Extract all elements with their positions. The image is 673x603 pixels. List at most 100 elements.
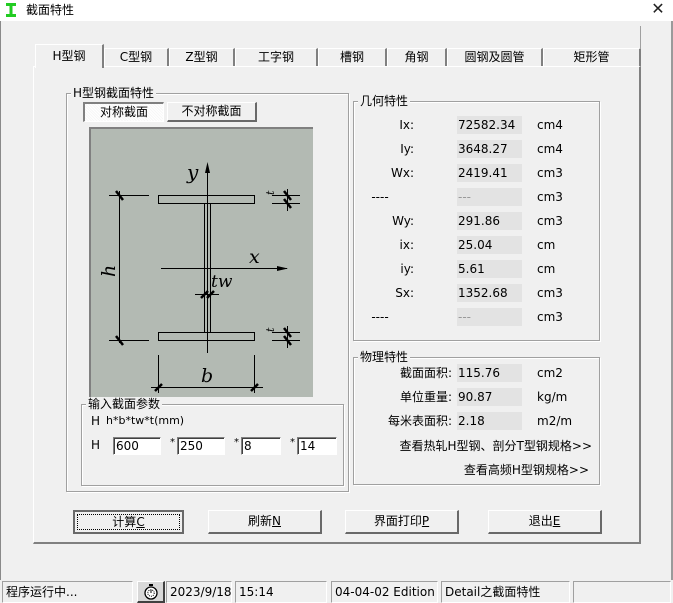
tab-i-beam[interactable]: 工字钢: [235, 48, 318, 66]
geometry-value: 2419.41: [457, 164, 522, 182]
tab-h-beam[interactable]: H型钢: [35, 44, 104, 68]
top-flange: [158, 195, 255, 204]
physical-group-title: 物理特性: [358, 350, 411, 364]
tab-channel[interactable]: 槽钢: [318, 48, 387, 66]
close-icon: ✕: [651, 0, 665, 18]
tab-label: 角钢: [404, 50, 429, 64]
geometry-label: Ix:: [399, 118, 414, 132]
b-label: b: [201, 365, 213, 387]
hot-rolled-spec-link[interactable]: 查看热轧H型钢、剖分T型钢规格>>: [380, 438, 592, 454]
geometry-unit: cm: [537, 238, 556, 252]
h-input[interactable]: [113, 437, 161, 455]
window-title: 截面特性: [26, 3, 75, 17]
tab-label: 圆钢及圆管: [464, 50, 525, 64]
button-label: 退出: [528, 514, 553, 528]
geometry-value: 25.04: [457, 236, 522, 254]
x-axis-label: x: [249, 246, 260, 268]
hotkey: E: [552, 514, 561, 528]
geometry-label: Sx:: [395, 286, 414, 300]
h-beam-drawing: y x tw b h t t: [98, 160, 300, 393]
separator: *: [290, 437, 295, 448]
geometry-unit: cm3: [537, 166, 563, 180]
status-context: Detail之截面特性: [441, 581, 570, 603]
symmetric-section-button[interactable]: 对称截面: [83, 102, 164, 122]
tab-rect-tube[interactable]: 矩形管: [543, 48, 641, 66]
geometry-unit: cm3: [537, 310, 563, 324]
tab-label: Z型钢: [185, 50, 218, 64]
t-label-top: t: [264, 190, 277, 195]
status-date: 2023/9/18: [166, 581, 232, 603]
geometry-value: ---: [457, 308, 522, 326]
status-edition: 04-04-02 Edition: [331, 581, 438, 603]
physical-label: 每米表面积:: [387, 414, 452, 428]
hotkey: P: [421, 514, 430, 528]
geometry-unit: cm3: [537, 286, 563, 300]
tab-z-section[interactable]: Z型钢: [169, 48, 235, 66]
physical-unit: kg/m: [537, 390, 568, 404]
asymmetric-section-button[interactable]: 不对称截面: [167, 102, 257, 122]
tw-input[interactable]: [241, 437, 281, 455]
focus-rect: [77, 514, 180, 530]
geometry-label: ----: [371, 190, 389, 204]
high-freq-spec-link[interactable]: 查看高频H型钢规格>>: [440, 462, 589, 478]
geometry-label: ix:: [399, 238, 414, 252]
y-axis-label: y: [186, 160, 199, 184]
h-beam-diagram: y x tw b h t t: [89, 127, 313, 397]
stopwatch-button[interactable]: [137, 581, 165, 603]
tw-label: tw: [211, 272, 233, 292]
tab-label: 矩形管: [573, 50, 610, 64]
geometry-unit: cm4: [537, 142, 563, 156]
physical-value: 2.18: [457, 412, 522, 430]
tab-angle[interactable]: 角钢: [387, 48, 447, 66]
format-prefix: H: [91, 414, 101, 428]
separator: *: [170, 437, 175, 448]
format-hint: h*b*tw*t(mm): [106, 414, 185, 427]
tab-round-bar-tube[interactable]: 圆钢及圆管: [447, 48, 543, 66]
physical-value: 115.76: [457, 364, 522, 382]
exit-button[interactable]: 退出E: [488, 510, 602, 534]
geometry-label: Wy:: [392, 214, 414, 228]
physical-value: 90.87: [457, 388, 522, 406]
geometry-group-title: 几何特性: [358, 94, 411, 108]
tab-label: H型钢: [52, 49, 86, 63]
status-extra: [573, 581, 671, 603]
geometry-label: ----: [371, 310, 389, 324]
title-bar: [0, 0, 673, 21]
print-button[interactable]: 界面打印P: [345, 510, 459, 534]
section-group-title: H型钢截面特性: [71, 86, 157, 100]
close-button[interactable]: ✕: [646, 0, 670, 20]
button-label: 刷新: [248, 514, 273, 528]
geometry-label: Wx:: [390, 166, 414, 180]
geometry-unit: cm4: [537, 118, 563, 132]
geometry-value: ---: [457, 188, 522, 206]
geometry-label: iy:: [400, 262, 414, 276]
bottom-flange: [158, 332, 255, 341]
physical-label: 单位重量:: [399, 390, 452, 404]
geometry-value: 291.86: [457, 212, 522, 230]
physical-unit: cm2: [537, 366, 563, 380]
window-border-left: [0, 21, 1, 581]
status-time: 15:14: [235, 581, 327, 603]
geometry-value: 5.61: [457, 260, 522, 278]
geometry-label: Iy:: [400, 142, 414, 156]
physical-unit: m2/m: [537, 414, 573, 428]
tab-c-channel[interactable]: C型钢: [104, 48, 169, 66]
t-input[interactable]: [297, 437, 337, 455]
tab-label: 槽钢: [339, 50, 364, 64]
geometry-value: 72582.34: [457, 116, 522, 134]
button-label: 对称截面: [99, 105, 148, 119]
geometry-unit: cm3: [537, 214, 563, 228]
h-label: h: [98, 265, 120, 277]
tab-label: C型钢: [119, 50, 153, 64]
geometry-unit: cm3: [537, 190, 563, 204]
stopwatch-icon: [144, 584, 158, 600]
hotkey: N: [272, 514, 281, 528]
geometry-unit: cm: [537, 262, 556, 276]
refresh-button[interactable]: 刷新N: [208, 510, 322, 534]
input-group-title: 输入截面参数: [86, 397, 163, 411]
i-beam-icon: [6, 3, 16, 17]
button-label: 不对称截面: [181, 104, 242, 118]
b-input[interactable]: [177, 437, 225, 455]
calculate-button[interactable]: 计算C: [73, 510, 184, 534]
button-label: 界面打印: [373, 514, 422, 528]
